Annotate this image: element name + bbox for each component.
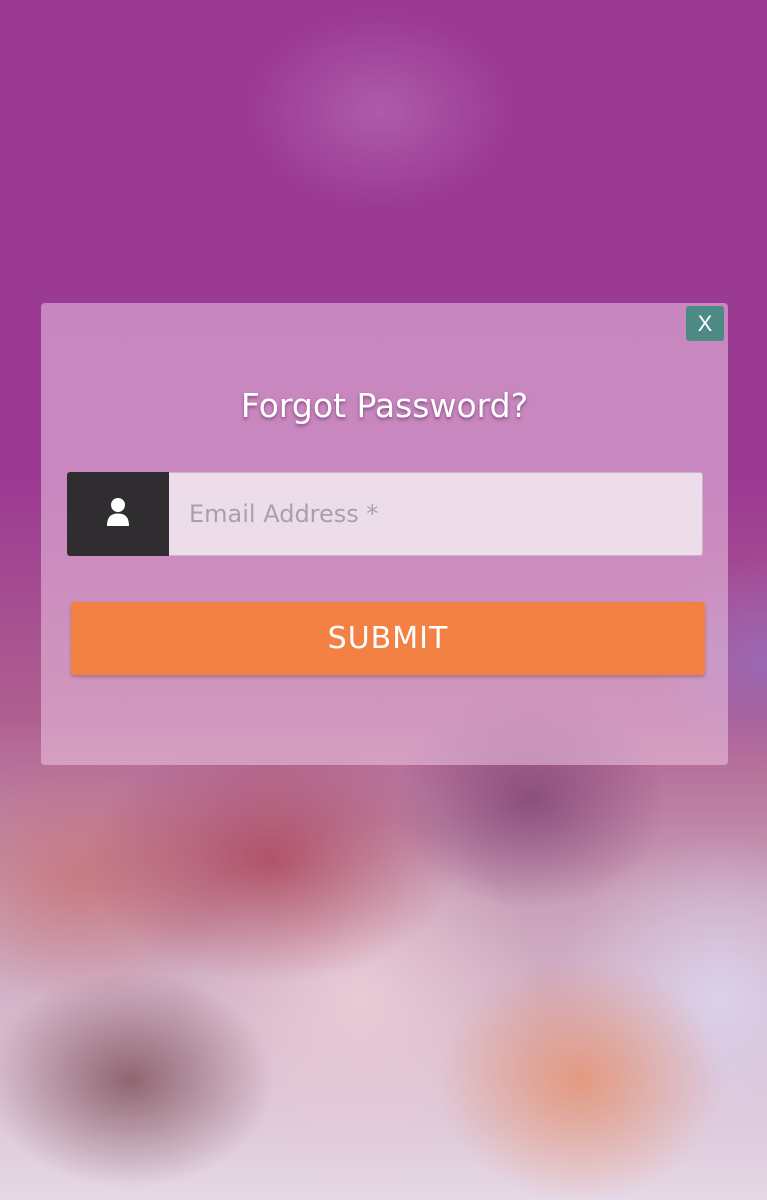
email-input-group (67, 472, 703, 556)
user-icon (106, 497, 130, 531)
forgot-password-modal: X Forgot Password? SUBMIT (41, 303, 728, 765)
input-icon-box (67, 472, 169, 556)
submit-button[interactable]: SUBMIT (71, 602, 705, 675)
close-button[interactable]: X (686, 306, 724, 341)
email-field[interactable] (169, 472, 703, 556)
modal-title: Forgot Password? (240, 386, 529, 425)
